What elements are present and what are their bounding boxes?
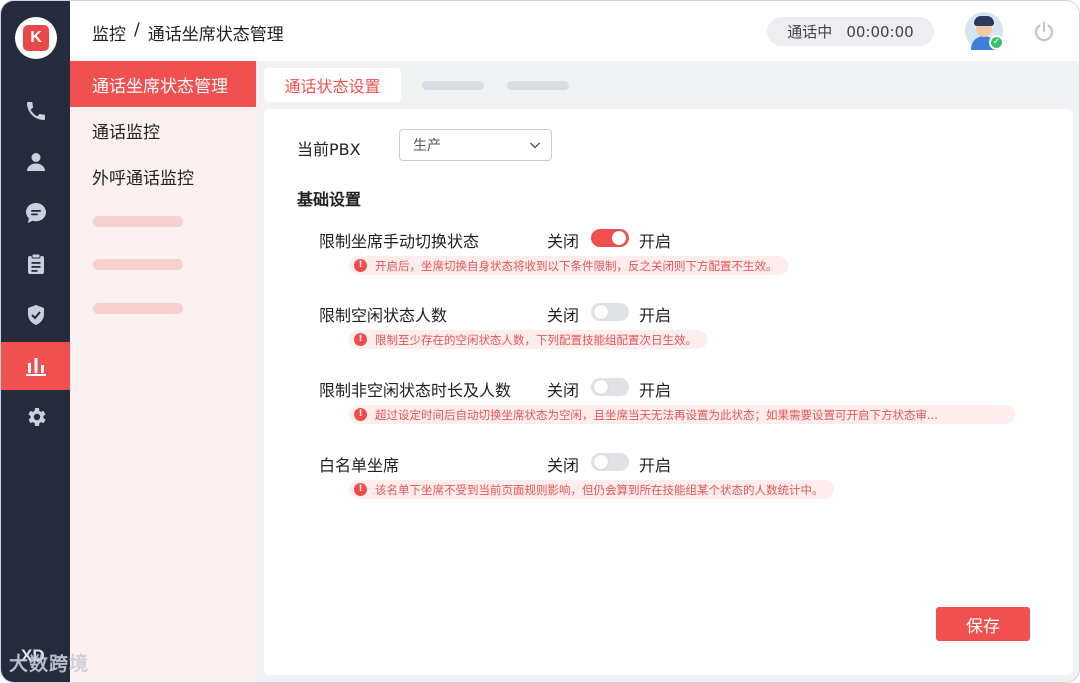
toggle-off-label: 关闭: [547, 232, 580, 251]
shield-icon: [27, 305, 44, 325]
rail-item-settings[interactable]: [1, 393, 70, 441]
subnav-item-outbound-monitor[interactable]: 外呼通话监控: [70, 153, 256, 199]
chevron-down-icon: [530, 142, 540, 149]
logo-mark: K: [23, 25, 49, 51]
alert-icon: !: [354, 259, 367, 272]
section-title: 基础设置: [297, 190, 362, 209]
user-icon: [26, 153, 45, 171]
app-window: K XD 监控 / 通话坐席状态管理 通话中 00:00:00 ✓ 通话坐席状态…: [0, 0, 1080, 683]
breadcrumb-root[interactable]: 监控: [92, 20, 126, 45]
clipboard-icon: [27, 253, 44, 274]
pbx-select[interactable]: 生产: [399, 129, 552, 161]
setting-label: 限制空闲状态人数: [319, 306, 448, 325]
rail-item-phone[interactable]: [1, 87, 70, 135]
settings-card: 当前PBX 生产 基础设置 限制坐席手动切换状态 关闭 开启 ! 开启后，坐席切…: [264, 109, 1073, 675]
rail-item-shield[interactable]: [1, 291, 70, 339]
tab-placeholder: [507, 81, 569, 90]
pbx-select-value: 生产: [413, 138, 441, 154]
tab-strip: 通话状态设置: [256, 61, 1079, 109]
alert-icon: !: [354, 483, 367, 496]
call-status-pill: 通话中 00:00:00: [767, 17, 934, 46]
top-bar: 监控 / 通话坐席状态管理 通话中 00:00:00 ✓: [70, 1, 1079, 61]
tab-call-status-settings[interactable]: 通话状态设置: [264, 68, 401, 102]
pbx-label: 当前PBX: [297, 140, 361, 159]
breadcrumb: 监控 / 通话坐席状态管理: [92, 20, 284, 45]
phone-icon: [26, 102, 45, 120]
toggle-on-label: 开启: [639, 381, 672, 400]
rail-item-statistics[interactable]: [1, 342, 70, 390]
setting-label: 白名单坐席: [319, 456, 400, 475]
gear-icon: [27, 408, 46, 426]
subnav-item-agent-status[interactable]: 通话坐席状态管理: [70, 61, 256, 107]
breadcrumb-separator: /: [134, 20, 140, 40]
call-timer: 00:00:00: [846, 22, 914, 41]
call-status-text: 通话中: [787, 23, 833, 41]
sub-navigation: 通话坐席状态管理 通话监控 外呼通话监控: [70, 61, 256, 682]
setting-tip: ! 开启后，坐席切换自身状态将收到以下条件限制，反之关闭则下方配置不生效。: [349, 256, 788, 275]
toggle-non-idle-duration[interactable]: [591, 378, 629, 396]
toggle-on-label: 开启: [639, 306, 672, 325]
skeleton-bar: [93, 303, 183, 314]
setting-label: 限制非空闲状态时长及人数: [319, 381, 512, 400]
app-logo[interactable]: K: [15, 17, 57, 59]
setting-tip: ! 限制至少存在的空闲状态人数，下列配置技能组配置次日生效。: [349, 330, 707, 349]
watermark: 大数跨境: [9, 653, 90, 675]
rail-item-clipboard[interactable]: [1, 240, 70, 288]
toggle-on-label: 开启: [639, 456, 672, 475]
alert-icon: !: [354, 408, 367, 421]
skeleton-bar: [93, 216, 183, 227]
toggle-on-label: 开启: [639, 232, 672, 251]
online-check-icon: ✓: [989, 35, 1004, 50]
toggle-off-label: 关闭: [547, 381, 580, 400]
chat-icon: [25, 203, 46, 223]
bar-chart-icon: [25, 358, 46, 376]
tab-placeholder: [422, 81, 484, 90]
alert-icon: !: [354, 333, 367, 346]
subnav-item-call-monitor[interactable]: 通话监控: [70, 107, 256, 153]
toggle-manual-switch[interactable]: [591, 229, 629, 247]
toggle-idle-count[interactable]: [591, 303, 629, 321]
power-icon[interactable]: [1032, 20, 1056, 44]
breadcrumb-current: 通话坐席状态管理: [147, 25, 284, 45]
rail-item-user[interactable]: [1, 138, 70, 186]
toggle-off-label: 关闭: [547, 306, 580, 325]
avatar[interactable]: ✓: [965, 12, 1004, 50]
setting-tip: ! 该名单下坐席不受到当前页面规则影响，但仍会算到所在技能组某个状态的人数统计中…: [349, 480, 834, 499]
toggle-whitelist[interactable]: [591, 453, 629, 471]
setting-label: 限制坐席手动切换状态: [319, 232, 480, 251]
toggle-off-label: 关闭: [547, 456, 580, 475]
icon-rail: K XD: [1, 1, 70, 682]
rail-item-chat[interactable]: [1, 189, 70, 237]
save-button[interactable]: 保存: [936, 607, 1030, 641]
skeleton-bar: [93, 259, 183, 270]
setting-tip: ! 超过设定时间后自动切换坐席状态为空闲，且坐席当天无法再设置为此状态；如果需要…: [349, 405, 1015, 424]
